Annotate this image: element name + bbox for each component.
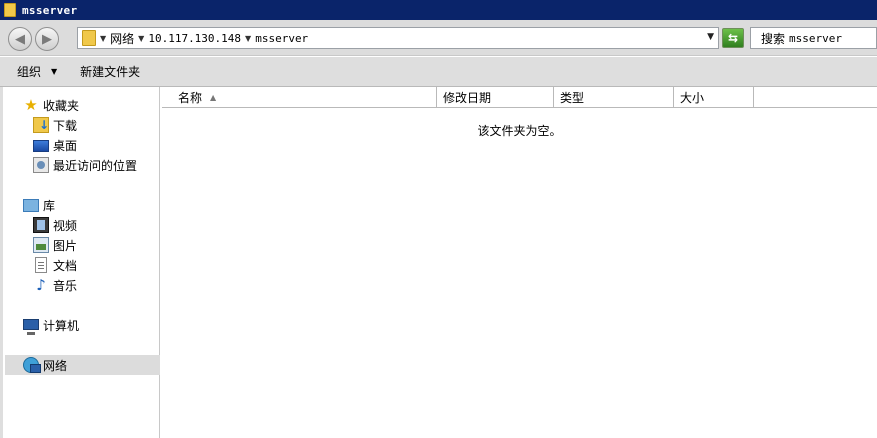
video-icon: [33, 217, 49, 233]
breadcrumb-host[interactable]: 10.117.130.148: [148, 32, 241, 45]
file-list[interactable]: 名称 ▲ 修改日期 类型 大小 该文件夹为空。: [162, 87, 877, 438]
column-type[interactable]: 类型: [554, 87, 674, 108]
sidebar-item-libraries[interactable]: 库: [23, 195, 55, 215]
breadcrumb-share[interactable]: msserver: [255, 32, 308, 45]
music-icon: ♪: [36, 276, 46, 294]
column-size-label: 大小: [680, 91, 705, 105]
column-size[interactable]: 大小: [674, 87, 754, 108]
search-label: 搜索: [761, 31, 786, 46]
refresh-button[interactable]: ⇆: [722, 28, 744, 48]
arrow-left-icon: ◀: [15, 31, 25, 47]
navigation-pane: ★ 收藏夹 下载 桌面 最近访问的位置 库 视频 图片 文档 ♪ 音乐 计算机 …: [0, 87, 160, 438]
new-folder-label: 新建文件夹: [80, 65, 141, 79]
sidebar-item-label: 下载: [53, 118, 78, 133]
address-row: ◀ ▶ ▼ 网络 ▼ 10.117.130.148 ▼ msserver ▼ ⇆…: [0, 20, 877, 56]
computer-icon: [23, 318, 39, 335]
sidebar-item-label: 计算机: [43, 318, 80, 333]
sidebar-item-label: 库: [43, 198, 56, 213]
command-bar: 组织 ▼ 新建文件夹: [0, 57, 877, 87]
chevron-right-icon[interactable]: ▼: [100, 34, 106, 43]
sidebar-item-desktop[interactable]: 桌面: [33, 135, 77, 155]
sidebar-item-pictures[interactable]: 图片: [33, 235, 77, 255]
sidebar-item-label: 文档: [53, 258, 78, 273]
forward-button[interactable]: ▶: [35, 27, 59, 51]
chevron-right-icon[interactable]: ▼: [138, 34, 144, 43]
sidebar-item-music[interactable]: ♪ 音乐: [33, 275, 77, 295]
library-icon: [23, 198, 39, 212]
title-bar: msserver: [0, 0, 877, 20]
sidebar-item-label: 最近访问的位置: [53, 158, 138, 173]
refresh-icon: ⇆: [727, 31, 739, 45]
column-header-row: 名称 ▲ 修改日期 类型 大小: [162, 87, 877, 108]
window-title: msserver: [22, 3, 78, 17]
sidebar-item-network[interactable]: 网络: [5, 355, 160, 375]
sidebar-item-downloads[interactable]: 下载: [33, 115, 77, 135]
organize-button[interactable]: 组织 ▼: [17, 63, 57, 80]
breadcrumb-network[interactable]: 网络: [110, 30, 134, 47]
sidebar-item-computer[interactable]: 计算机: [23, 315, 79, 335]
back-button[interactable]: ◀: [8, 27, 32, 51]
star-icon: ★: [24, 96, 38, 114]
sidebar-item-documents[interactable]: 文档: [33, 255, 77, 275]
sidebar-item-label: 收藏夹: [43, 98, 80, 113]
desktop-icon: [33, 140, 49, 152]
sidebar-item-label: 网络: [43, 358, 68, 373]
folder-icon: [4, 3, 16, 17]
address-bar[interactable]: ▼ 网络 ▼ 10.117.130.148 ▼ msserver ▼: [77, 27, 719, 49]
column-type-label: 类型: [560, 91, 585, 105]
sidebar-item-label: 视频: [53, 218, 78, 233]
new-folder-button[interactable]: 新建文件夹: [80, 63, 140, 80]
sidebar-item-label: 桌面: [53, 138, 78, 153]
column-name[interactable]: 名称 ▲: [172, 87, 437, 108]
column-name-label: 名称: [178, 91, 203, 105]
search-input[interactable]: 搜索 msserver: [750, 27, 877, 49]
sidebar-item-label: 图片: [53, 238, 78, 253]
organize-label: 组织: [17, 65, 42, 79]
network-icon: [23, 357, 41, 373]
recent-places-icon: [33, 157, 49, 173]
documents-icon: [35, 257, 47, 273]
chevron-down-icon[interactable]: ▼: [707, 32, 714, 42]
search-value: msserver: [789, 31, 842, 45]
column-date-label: 修改日期: [443, 91, 492, 105]
arrow-right-icon: ▶: [42, 31, 52, 47]
sort-up-icon: ▲: [210, 93, 217, 102]
sidebar-item-recent-places[interactable]: 最近访问的位置: [33, 155, 137, 175]
chevron-right-icon[interactable]: ▼: [245, 34, 251, 43]
sidebar-item-videos[interactable]: 视频: [33, 215, 77, 235]
sidebar-item-favorites[interactable]: ★ 收藏夹: [23, 95, 79, 115]
column-date-modified[interactable]: 修改日期: [437, 87, 554, 108]
sidebar-item-label: 音乐: [53, 278, 78, 293]
network-folder-icon: [82, 30, 96, 46]
empty-folder-message: 该文件夹为空。: [477, 124, 562, 138]
pictures-icon: [33, 237, 49, 253]
downloads-icon: [33, 117, 49, 133]
chevron-down-icon: ▼: [51, 67, 58, 76]
